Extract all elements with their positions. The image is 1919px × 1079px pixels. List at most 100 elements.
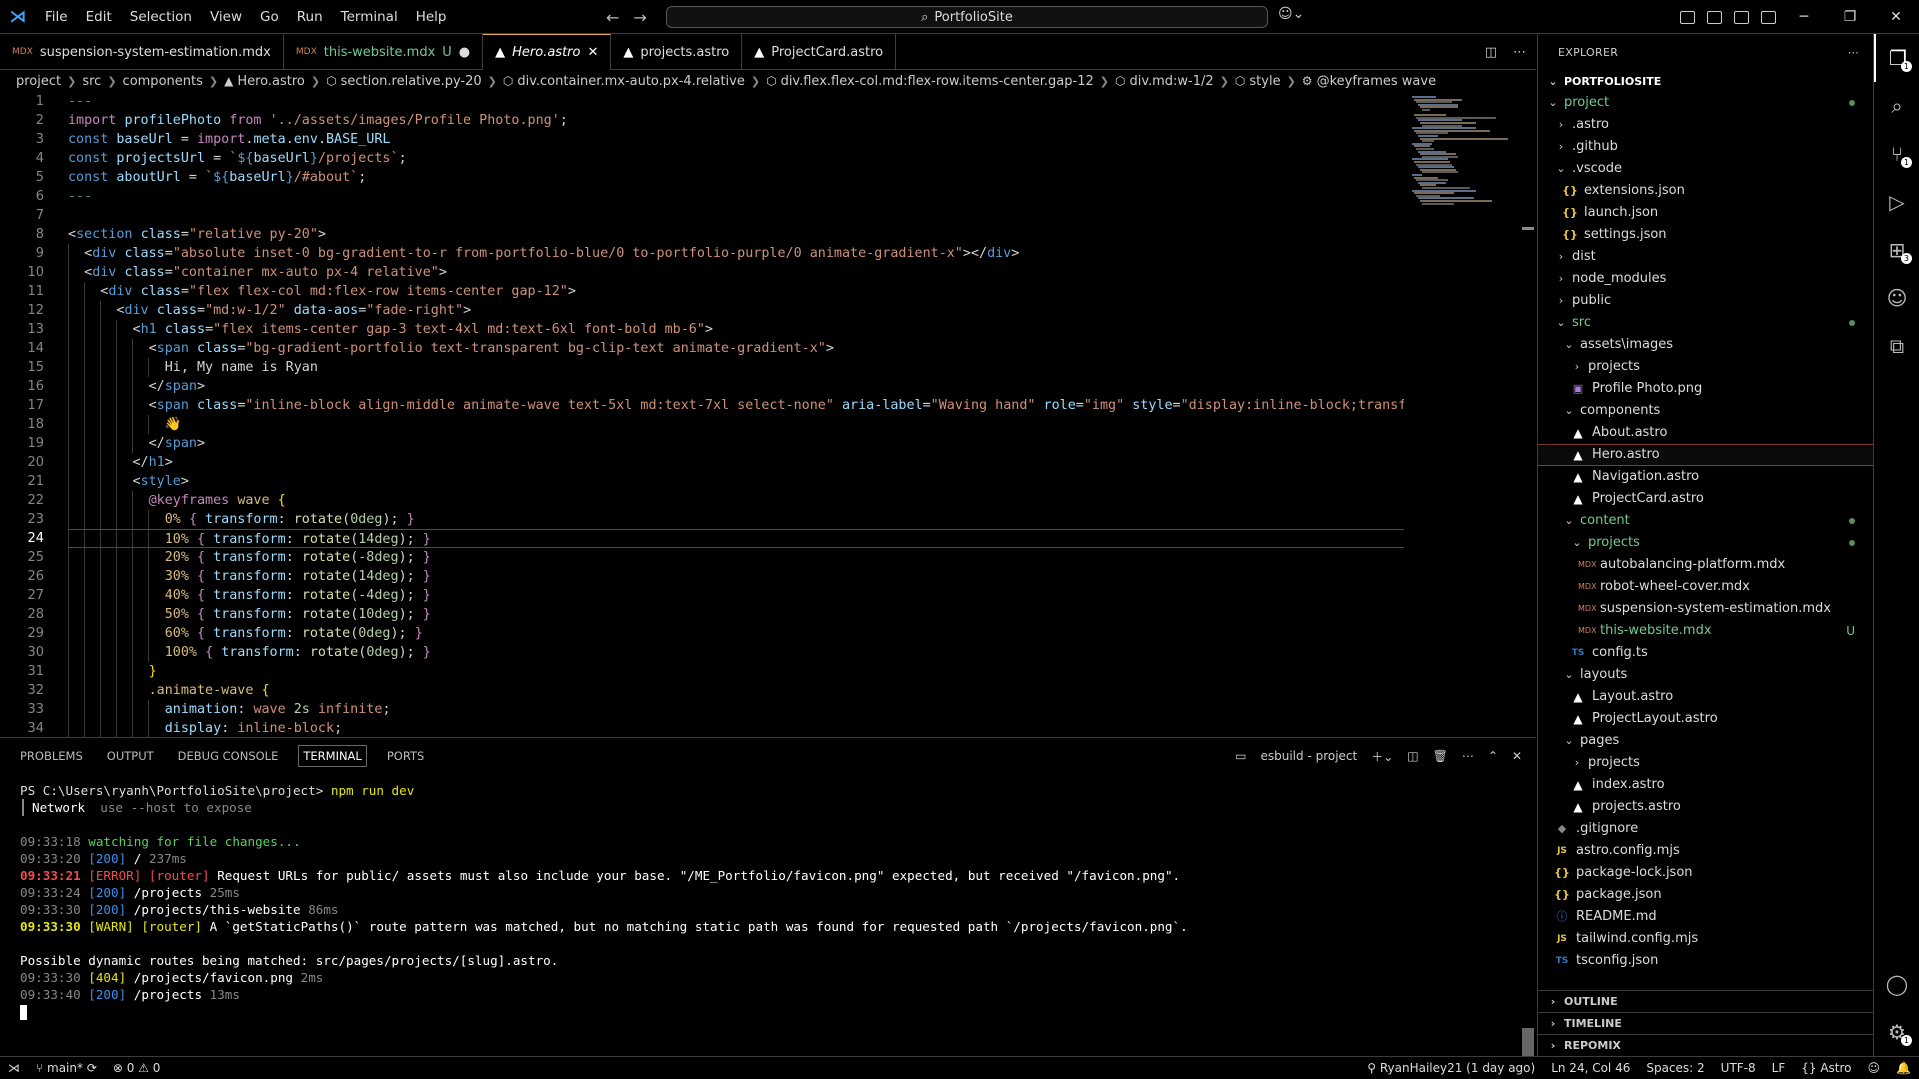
minimize-icon[interactable]: ─ (1781, 0, 1827, 34)
menu-edit[interactable]: Edit (77, 0, 121, 34)
unsaved-dot-icon[interactable]: ● (459, 45, 470, 60)
kill-terminal-icon[interactable]: 🗑 (1433, 749, 1448, 763)
file-item[interactable]: MDX suspension-system-estimation.mdx (1538, 598, 1873, 620)
sidebar-section-outline[interactable]: › OUTLINE (1538, 990, 1874, 1012)
file-item[interactable]: ▲ projects.astro (1538, 796, 1873, 818)
folder-item[interactable]: ⌄ pages (1538, 730, 1873, 752)
split-editor-icon[interactable]: ◫ (1485, 45, 1497, 60)
file-item[interactable]: ▣ Profile Photo.png (1538, 378, 1873, 400)
minimap[interactable] (1408, 92, 1536, 737)
notifications-icon[interactable]: 🔔 (1888, 1061, 1919, 1075)
indentation[interactable]: Spaces: 2 (1638, 1061, 1712, 1075)
menu-run[interactable]: Run (288, 0, 332, 34)
close-tab-icon[interactable]: ✕ (587, 45, 598, 60)
file-item[interactable]: MDX autobalancing-platform.mdx (1538, 554, 1873, 576)
workspace-root[interactable]: ⌄ PORTFOLIOSITE (1538, 70, 1873, 92)
folder-item[interactable]: ⌄ projects (1538, 532, 1873, 554)
file-item[interactable]: {} package.json (1538, 884, 1873, 906)
folder-item[interactable]: › dist (1538, 246, 1873, 268)
menu-go[interactable]: Go (251, 0, 288, 34)
terminal-output[interactable]: PS C:\Users\ryanh\PortfolioSite\project>… (20, 782, 1520, 1020)
file-item[interactable]: {} package-lock.json (1538, 862, 1873, 884)
remote-explorer-icon[interactable]: ⧉ (1874, 322, 1919, 370)
run-debug-icon[interactable]: ▷ (1874, 178, 1919, 226)
terminal-name[interactable]: esbuild - project (1260, 749, 1357, 763)
language-mode[interactable]: {} Astro (1793, 1061, 1859, 1075)
folder-item[interactable]: › node_modules (1538, 268, 1873, 290)
menu-terminal[interactable]: Terminal (332, 0, 407, 34)
file-item[interactable]: TS tsconfig.json (1538, 950, 1873, 972)
problems-count[interactable]: ⊗ 0 ⚠ 0 (105, 1061, 169, 1075)
toggle-primary-sidebar-icon[interactable] (1707, 10, 1722, 24)
file-item[interactable]: JS tailwind.config.mjs (1538, 928, 1873, 950)
more-actions-icon[interactable]: ⋯ (1462, 749, 1474, 763)
menu-view[interactable]: View (201, 0, 251, 34)
file-item[interactable]: TS config.ts (1538, 642, 1873, 664)
toggle-secondary-sidebar-icon[interactable] (1761, 10, 1776, 24)
code-content[interactable]: --- import profilePhoto from '../assets/… (68, 92, 1404, 737)
remote-icon[interactable]: ⋊ (0, 1061, 28, 1075)
more-actions-icon[interactable]: ⋯ (1513, 45, 1526, 60)
breadcrumb-item[interactable]: Hero.astro (237, 74, 305, 89)
back-arrow-icon[interactable]: ← (606, 8, 619, 27)
editor-tab[interactable]: ▲ projects.astro (611, 34, 743, 70)
panel-tab-ports[interactable]: PORTS (375, 738, 436, 774)
file-item[interactable]: {} launch.json (1538, 202, 1873, 224)
file-item[interactable]: ▲ ProjectLayout.astro (1538, 708, 1873, 730)
breadcrumb-item[interactable]: section.relative.py-20 (341, 74, 482, 89)
panel-tab-debug-console[interactable]: DEBUG CONSOLE (166, 738, 291, 774)
customize-layout-icon[interactable] (1680, 10, 1695, 24)
file-item[interactable]: ▲ Navigation.astro (1538, 466, 1873, 488)
editor-tab[interactable]: ▲ ProjectCard.astro (742, 34, 897, 70)
end-of-line[interactable]: LF (1764, 1061, 1794, 1075)
command-center-search[interactable]: ⌕ PortfolioSite (666, 6, 1268, 28)
maximize-panel-icon[interactable]: ⌃ (1488, 749, 1498, 763)
menu-file[interactable]: File (36, 0, 77, 34)
extensions-icon[interactable]: ⊞ 3 (1874, 226, 1919, 274)
breadcrumb-item[interactable]: style (1249, 74, 1280, 89)
folder-item[interactable]: ⌄ assets\images (1538, 334, 1873, 356)
file-item[interactable]: {} settings.json (1538, 224, 1873, 246)
breadcrumb-item[interactable]: project (16, 74, 61, 89)
cursor-position[interactable]: Ln 24, Col 46 (1543, 1061, 1638, 1075)
panel-tab-output[interactable]: OUTPUT (95, 738, 166, 774)
breadcrumb-item[interactable]: @keyframes wave (1317, 74, 1437, 89)
git-branch[interactable]: ⑂ main* ⟳ (28, 1061, 105, 1075)
split-terminal-icon[interactable]: ◫ (1407, 749, 1418, 763)
close-window-icon[interactable]: ✕ (1873, 0, 1919, 34)
folder-item[interactable]: › public (1538, 290, 1873, 312)
new-terminal-icon[interactable]: ＋⌄ (1371, 748, 1393, 765)
code-editor[interactable]: 1 2 3 4 5 6 7 8 9 10 11 12 13 14 15 16 17 18 19 20 21 22 23 24 2… (0, 92, 1536, 737)
folder-item[interactable]: › projects (1538, 356, 1873, 378)
more-actions-icon[interactable]: ⋯ (1848, 46, 1859, 59)
file-item[interactable]: ▲ index.astro (1538, 774, 1873, 796)
account-icon[interactable]: ◯ (1874, 960, 1919, 1008)
file-item[interactable]: ◆ .gitignore (1538, 818, 1873, 840)
file-item[interactable]: ▲ ProjectCard.astro (1538, 488, 1873, 510)
folder-item[interactable]: ⌄ layouts (1538, 664, 1873, 686)
toggle-panel-icon[interactable] (1734, 10, 1749, 24)
encoding[interactable]: UTF-8 (1713, 1061, 1764, 1075)
copilot-chat-icon[interactable]: ☺ (1874, 274, 1919, 322)
editor-tab[interactable]: ▲ Hero.astro ✕ (483, 34, 612, 70)
file-item[interactable]: ▲ Layout.astro (1538, 686, 1873, 708)
file-item[interactable]: ⓘ README.md (1538, 906, 1873, 928)
folder-item[interactable]: ⌄ components (1538, 400, 1873, 422)
folder-item[interactable]: ⌄ project (1538, 92, 1873, 114)
folder-item[interactable]: › .github (1538, 136, 1873, 158)
search-icon[interactable]: ⌕ (1874, 82, 1919, 130)
breadcrumb-item[interactable]: div.flex.flex-col.md:flex-row.items-cent… (781, 74, 1094, 89)
folder-item[interactable]: › .astro (1538, 114, 1873, 136)
file-item[interactable]: ▲ Hero.astro (1538, 444, 1873, 466)
panel-tab-terminal[interactable]: TERMINAL (298, 745, 367, 767)
terminal-scrollbar[interactable] (1522, 1028, 1534, 1056)
editor-scrollbar[interactable] (1522, 227, 1534, 230)
breadcrumb-item[interactable]: src (82, 74, 101, 89)
sidebar-section-repomix[interactable]: › REPOMIX (1538, 1034, 1874, 1056)
editor-tab[interactable]: MDX suspension-system-estimation.mdx (0, 34, 284, 70)
breadcrumb-item[interactable]: div.container.mx-auto.px-4.relative (517, 74, 745, 89)
folder-item[interactable]: › projects (1538, 752, 1873, 774)
file-item[interactable]: JS astro.config.mjs (1538, 840, 1873, 862)
copilot-status-icon[interactable]: ☺ (1860, 1061, 1889, 1075)
folder-item[interactable]: ⌄ src (1538, 312, 1873, 334)
